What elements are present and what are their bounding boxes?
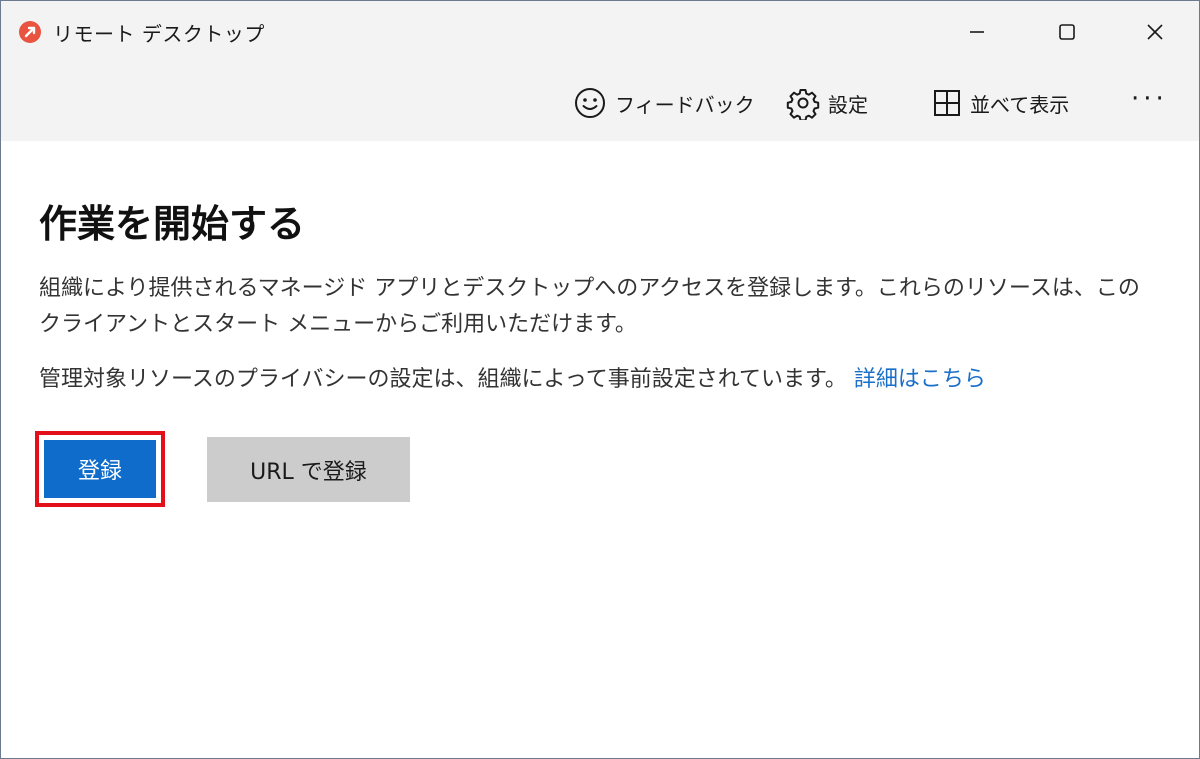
feedback-label: フィードバック <box>615 92 755 117</box>
gear-icon <box>786 89 820 120</box>
window-title: リモート デスクトップ <box>53 22 265 46</box>
main-content: 作業を開始する 組織により提供されるマネージド アプリとデスクトップへのアクセス… <box>1 141 1199 758</box>
description-text: 組織により提供されるマネージド アプリとデスクトップへのアクセスを登録します。こ… <box>39 276 1140 337</box>
more-options-button[interactable]: ··· <box>1131 81 1168 117</box>
feedback-button[interactable]: フィードバック <box>573 85 755 121</box>
close-button[interactable] <box>1111 1 1199 63</box>
minimize-button[interactable] <box>933 1 1021 63</box>
tile-view-button[interactable]: 並べて表示 <box>932 85 1069 121</box>
command-bar: フィードバック 設定 並べて表示 ··· <box>1 63 1199 141</box>
settings-label: 設定 <box>828 92 868 117</box>
smiley-icon <box>575 88 605 118</box>
privacy-text: 管理対象リソースのプライバシーの設定は、組織によって事前設定されています。 <box>39 367 847 392</box>
learn-more-link[interactable]: 詳細はこちら <box>854 367 986 392</box>
minimize-icon <box>970 31 984 33</box>
title-bar: リモート デスクトップ <box>1 1 1199 63</box>
close-icon <box>1147 24 1163 40</box>
app-window: リモート デスクトップ フィードバック 設定 並べて表示 ··· 作業を開始する… <box>0 0 1200 759</box>
page-title: 作業を開始する <box>39 202 306 246</box>
maximize-icon <box>1059 24 1075 40</box>
remote-desktop-logo-icon <box>19 21 41 43</box>
settings-button[interactable]: 設定 <box>786 85 868 121</box>
privacy-text-line: 管理対象リソースのプライバシーの設定は、組織によって事前設定されています。 詳細… <box>39 362 1159 398</box>
highlight-box: 登録 <box>35 431 165 507</box>
grid-icon <box>934 90 960 116</box>
register-button[interactable]: 登録 <box>44 440 156 498</box>
tile-view-label: 並べて表示 <box>970 92 1070 117</box>
register-with-url-button[interactable]: URL で登録 <box>207 437 410 502</box>
ellipsis-icon: ··· <box>1131 84 1168 114</box>
maximize-button[interactable] <box>1023 1 1111 63</box>
